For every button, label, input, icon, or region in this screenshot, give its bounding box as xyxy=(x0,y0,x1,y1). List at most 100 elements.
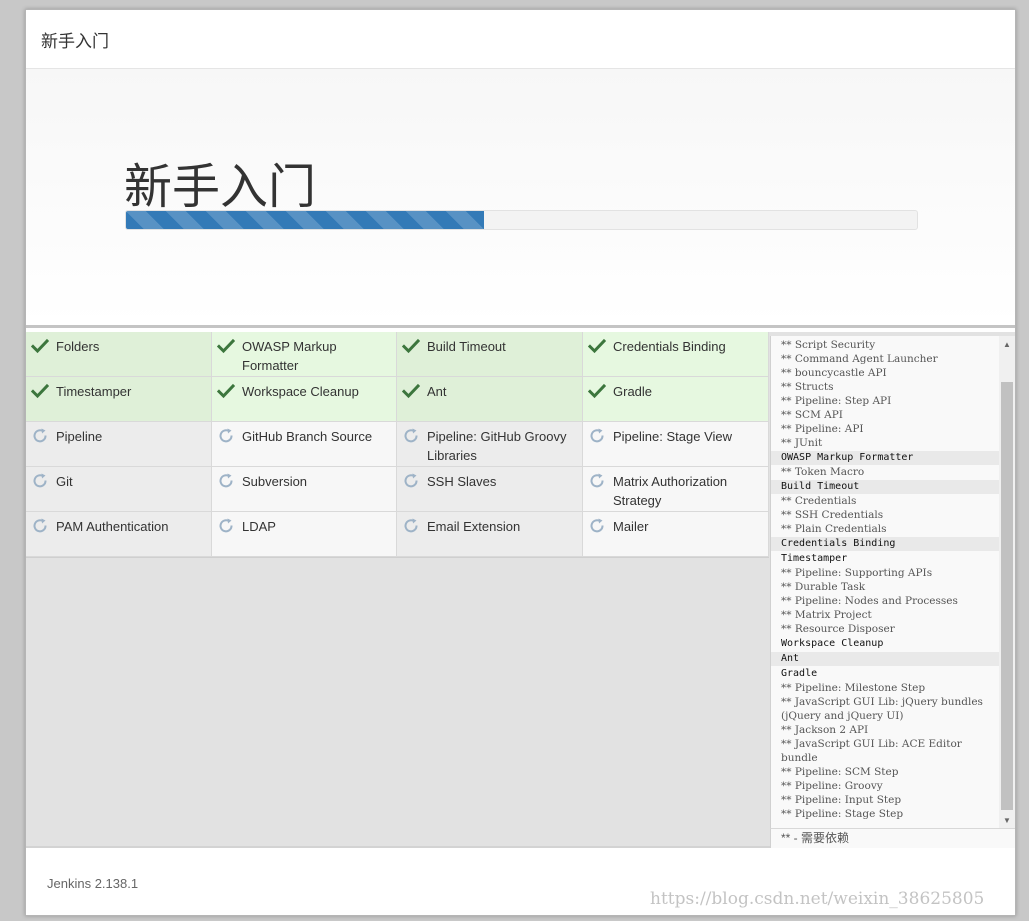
plugin-name: Pipeline: Stage View xyxy=(613,429,733,444)
log-dependency-entry: ** bouncycastle API xyxy=(781,367,887,379)
check-icon xyxy=(216,337,236,355)
log-dependency-entry: ** Pipeline: Input Step xyxy=(781,794,902,806)
refresh-icon xyxy=(217,427,235,445)
refresh-icon xyxy=(217,517,235,535)
plugin-item: Matrix Authorization Strategy xyxy=(583,467,769,512)
log-scrollbar[interactable]: ▲ ▼ xyxy=(999,336,1015,828)
log-plugin-entry: Build Timeout xyxy=(771,480,1000,494)
dialog-title: 新手入门 xyxy=(41,31,109,51)
plugin-item: Mailer xyxy=(583,512,769,557)
log-plugin-entry: OWASP Markup Formatter xyxy=(771,451,1000,465)
log-dependency-entry: ** Pipeline: Groovy xyxy=(781,780,883,792)
plugin-item: Workspace Cleanup xyxy=(212,377,397,422)
plugin-name: Folders xyxy=(56,339,100,354)
plugin-item: Timestamper xyxy=(26,377,212,422)
refresh-icon xyxy=(402,427,420,445)
plugin-name: Pipeline: GitHub Groovy Libraries xyxy=(427,429,567,463)
check-icon xyxy=(401,337,421,355)
refresh-icon xyxy=(588,427,606,445)
log-dependency-entry: ** Plain Credentials xyxy=(781,523,887,535)
log-dependency-entry: ** Pipeline: Milestone Step xyxy=(781,682,926,694)
plugin-item: SSH Slaves xyxy=(397,467,583,512)
plugin-name: Git xyxy=(56,474,73,489)
check-icon xyxy=(587,382,607,400)
log-dependency-entry: ** JavaScript GUI Lib: ACE Editor bundle xyxy=(781,738,966,764)
plugin-name: OWASP Markup Formatter xyxy=(242,339,337,373)
log-dependency-entry: ** Pipeline: Stage Step xyxy=(781,808,904,820)
log-dependency-entry: ** Pipeline: Supporting APIs xyxy=(781,567,933,579)
progress-fill xyxy=(126,211,485,229)
jenkins-version: Jenkins 2.138.1 xyxy=(47,876,139,891)
log-plugin-entry: Credentials Binding xyxy=(771,537,1000,551)
plugin-item: Pipeline: Stage View xyxy=(583,422,769,467)
plugin-name: Ant xyxy=(427,384,447,399)
log-dependency-entry: ** Token Macro xyxy=(781,466,865,478)
log-dependency-entry: ** Pipeline: SCM Step xyxy=(781,766,899,778)
plugin-item: Git xyxy=(26,467,212,512)
plugin-name: Credentials Binding xyxy=(613,339,726,354)
refresh-icon xyxy=(31,472,49,490)
log-dependency-entry: ** Resource Disposer xyxy=(781,623,895,635)
plugin-name: Workspace Cleanup xyxy=(242,384,359,399)
log-plugin-entry: Workspace Cleanup xyxy=(781,638,884,649)
plugin-name: Gradle xyxy=(613,384,653,399)
log-dependency-entry: ** JavaScript GUI Lib: jQuery bundles (j… xyxy=(781,696,987,722)
refresh-icon xyxy=(402,517,420,535)
plugin-item: Subversion xyxy=(212,467,397,512)
log-dependency-entry: ** Structs xyxy=(781,381,834,393)
plugin-grid: Folders OWASP Markup Formatter Build Timeo… xyxy=(26,332,769,558)
install-log: ** Script Security ** Command Agent Launc… xyxy=(771,336,1000,828)
check-icon xyxy=(587,337,607,355)
log-dependency-entry: ** Jackson 2 API xyxy=(781,724,869,736)
plugin-item: OWASP Markup Formatter xyxy=(212,332,397,377)
plugin-name: Pipeline xyxy=(56,429,103,444)
install-log-panel[interactable]: ** Script Security ** Command Agent Launc… xyxy=(770,336,1015,828)
plugin-item: LDAP xyxy=(212,512,397,557)
plugin-install-area: Folders OWASP Markup Formatter Build Timeo… xyxy=(26,332,1015,848)
refresh-icon xyxy=(217,472,235,490)
log-dependency-entry: ** SSH Credentials xyxy=(781,509,884,521)
plugin-name: Email Extension xyxy=(427,519,521,534)
plugin-name: GitHub Branch Source xyxy=(242,429,373,444)
plugin-item: Pipeline: GitHub Groovy Libraries xyxy=(397,422,583,467)
plugin-name: PAM Authentication xyxy=(56,519,169,534)
plugin-name: Subversion xyxy=(242,474,308,489)
plugin-item: PAM Authentication xyxy=(26,512,212,557)
log-dependency-entry: ** Pipeline: API xyxy=(781,423,864,435)
dialog-header: 新手入门 xyxy=(26,10,1015,69)
plugin-item: Email Extension xyxy=(397,512,583,557)
refresh-icon xyxy=(31,517,49,535)
plugin-name: LDAP xyxy=(242,519,276,534)
plugin-item: Build Timeout xyxy=(397,332,583,377)
hero-panel: 新手入门 xyxy=(26,69,1015,328)
scroll-up-icon[interactable]: ▲ xyxy=(999,336,1015,352)
refresh-icon xyxy=(588,517,606,535)
plugin-name: Matrix Authorization Strategy xyxy=(613,474,728,508)
install-progress-bar xyxy=(125,210,918,230)
setup-wizard-dialog: 新手入门 新手入门 Folders OWASP Markup Formatter B… xyxy=(25,9,1016,916)
hero-title: 新手入门 xyxy=(124,159,317,215)
log-plugin-entry: Ant xyxy=(771,652,1000,666)
plugin-item: Pipeline xyxy=(26,422,212,467)
check-icon xyxy=(30,382,50,400)
watermark: https://blog.csdn.net/weixin_38625805 xyxy=(650,889,985,909)
check-icon xyxy=(30,337,50,355)
log-dependency-entry: ** Credentials xyxy=(781,495,857,507)
log-dependency-entry: ** Script Security xyxy=(781,339,876,351)
log-plugin-entry: Timestamper xyxy=(781,553,848,564)
scroll-down-icon[interactable]: ▼ xyxy=(999,812,1015,828)
scroll-thumb[interactable] xyxy=(1001,382,1013,810)
log-dependency-entry: ** Matrix Project xyxy=(781,609,872,621)
plugin-name: SSH Slaves xyxy=(427,474,497,489)
plugin-item: Gradle xyxy=(583,377,769,422)
plugin-item: Credentials Binding xyxy=(583,332,769,377)
check-icon xyxy=(216,382,236,400)
plugin-item: GitHub Branch Source xyxy=(212,422,397,467)
log-dependency-entry: ** SCM API xyxy=(781,409,843,421)
plugin-name: Build Timeout xyxy=(427,339,506,354)
log-dependency-entry: ** Durable Task xyxy=(781,581,866,593)
refresh-icon xyxy=(31,427,49,445)
log-dependency-entry: ** Command Agent Launcher xyxy=(781,353,938,365)
log-dependency-entry: ** Pipeline: Nodes and Processes xyxy=(781,595,958,607)
log-plugin-entry: Gradle xyxy=(781,668,818,679)
